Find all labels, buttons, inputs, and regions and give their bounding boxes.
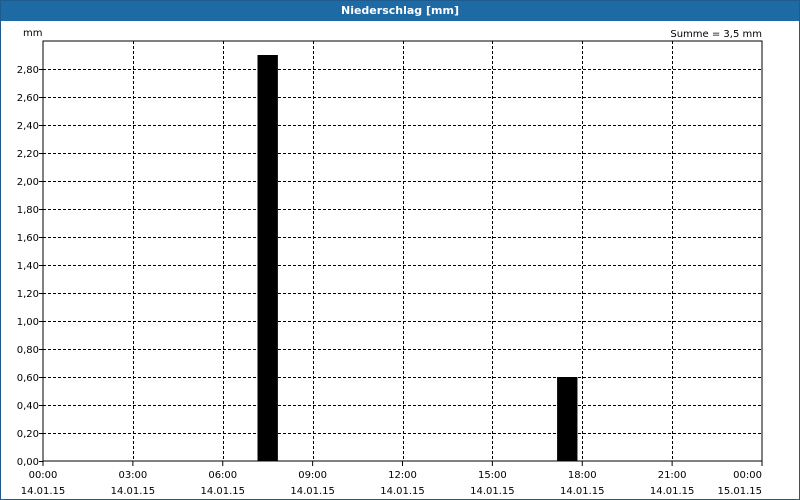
x-tick-date-label: 14.01.15: [111, 486, 156, 497]
x-tick-time-label: 12:00: [388, 470, 417, 481]
y-tick-label: 0,00: [17, 457, 39, 468]
y-tick-label: 1,60: [17, 233, 39, 244]
x-tick-time-label: 21:00: [658, 470, 687, 481]
y-axis: 0,00 0,20 0,40 0,60 0,80 1,00 1,20 1,40 1,60 1,80…: [17, 65, 43, 468]
x-tick-date-label: 14.01.15: [290, 486, 335, 497]
bar: [557, 377, 578, 461]
x-tick-date-label: 14.01.15: [650, 486, 695, 497]
x-tick-time-label: 15:00: [478, 470, 507, 481]
plot-frame: [42, 40, 763, 462]
y-tick-label: 2,00: [17, 177, 39, 188]
y-tick-label: 1,00: [17, 317, 39, 328]
precipitation-chart: mm Summe = 3,5 mm 0,00 0,20 0,40 0,60 0,80 1,…: [17, 28, 763, 497]
grid: [43, 41, 762, 461]
x-tick-time-label: 03:00: [118, 470, 147, 481]
y-tick-label: 0,20: [17, 429, 39, 440]
y-tick-label: 0,80: [17, 345, 39, 356]
x-tick-date-label: 15.01.15: [717, 486, 762, 497]
x-tick-time-label: 06:00: [208, 470, 237, 481]
y-tick-label: 1,20: [17, 289, 39, 300]
y-axis-unit-label: mm: [23, 28, 42, 39]
summary-text: Summe = 3,5 mm: [670, 29, 762, 40]
y-tick-label: 2,40: [17, 121, 39, 132]
x-tick-date-label: 14.01.15: [200, 486, 245, 497]
y-tick-label: 1,40: [17, 261, 39, 272]
x-tick-time-label: 00:00: [29, 470, 58, 481]
y-tick-label: 0,40: [17, 401, 39, 412]
window-title: Niederschlag [mm]: [1, 1, 799, 21]
x-tick-time-label: 18:00: [568, 470, 597, 481]
bar: [257, 55, 278, 461]
y-tick-label: 2,20: [17, 149, 39, 160]
y-tick-label: 2,60: [17, 93, 39, 104]
x-tick-date-label: 14.01.15: [21, 486, 66, 497]
x-tick-date-label: 14.01.15: [380, 486, 425, 497]
x-tick-date-label: 14.01.15: [560, 486, 605, 497]
x-tick-date-label: 14.01.15: [470, 486, 515, 497]
bars: [257, 55, 578, 461]
x-axis: 00:00 14.01.15 03:00 14.01.15 06:00 14.01.15 0…: [21, 461, 763, 497]
y-tick-label: 2,80: [17, 65, 39, 76]
y-tick-label: 1,80: [17, 205, 39, 216]
x-tick-time-label: 00:00: [733, 470, 762, 481]
y-tick-label: 0,60: [17, 373, 39, 384]
chart-window: Niederschlag [mm] mm Summe = 3,5 mm 0,00…: [0, 0, 800, 500]
x-tick-time-label: 09:00: [298, 470, 327, 481]
